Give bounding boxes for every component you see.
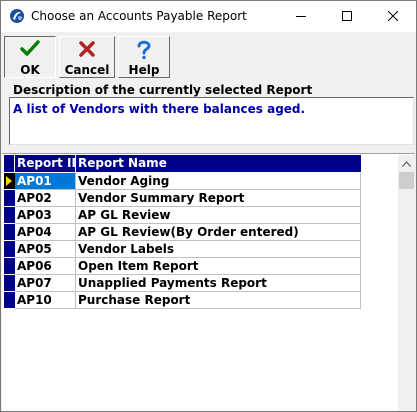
app-icon <box>9 8 25 24</box>
cell-report-name[interactable]: Vendor Labels <box>76 241 361 258</box>
table-row[interactable]: AP05 Vendor Labels <box>4 241 361 258</box>
cell-report-id[interactable]: AP10 <box>15 292 76 309</box>
scroll-up-button[interactable] <box>398 155 415 172</box>
column-header-report-name[interactable]: Report Name <box>76 155 361 172</box>
title-bar[interactable]: Choose an Accounts Payable Report <box>1 1 416 32</box>
minimize-button[interactable] <box>278 1 324 31</box>
row-indicator <box>4 173 15 190</box>
cell-report-id[interactable]: AP05 <box>15 241 76 258</box>
cell-report-name[interactable]: Purchase Report <box>76 292 361 309</box>
cancel-label: Cancel <box>64 63 110 77</box>
cell-report-id[interactable]: AP04 <box>15 224 76 241</box>
ok-button[interactable]: OK <box>4 36 56 78</box>
x-icon <box>79 41 95 57</box>
vertical-scrollbar[interactable] <box>398 155 415 411</box>
row-indicator <box>4 207 15 224</box>
cell-report-name[interactable]: Vendor Summary Report <box>76 190 361 207</box>
cell-report-name[interactable]: Unapplied Payments Report <box>76 275 361 292</box>
cell-report-id[interactable]: AP06 <box>15 258 76 275</box>
question-icon <box>137 40 151 60</box>
table-row[interactable]: AP01 Vendor Aging <box>4 173 361 190</box>
table-row[interactable]: AP02 Vendor Summary Report <box>4 190 361 207</box>
table-row[interactable]: AP10 Purchase Report <box>4 292 361 309</box>
toolbar: OK Cancel Help <box>2 34 415 78</box>
minimize-icon <box>296 16 306 17</box>
description-label: Description of the currently selected Re… <box>13 83 313 97</box>
maximize-icon <box>342 11 352 21</box>
row-indicator <box>4 241 15 258</box>
description-text: A list of Vendors with there balances ag… <box>13 102 306 116</box>
current-row-arrow-icon <box>6 176 12 186</box>
row-indicator <box>4 292 15 309</box>
cell-report-name[interactable]: Vendor Aging <box>76 173 361 190</box>
row-indicator <box>4 275 15 292</box>
row-indicator <box>4 258 15 275</box>
cell-report-id[interactable]: AP03 <box>15 207 76 224</box>
cell-report-id[interactable]: AP02 <box>15 190 76 207</box>
help-label: Help <box>128 63 160 77</box>
description-box: A list of Vendors with there balances ag… <box>9 97 414 145</box>
cell-report-name[interactable]: Open Item Report <box>76 258 361 275</box>
row-indicator <box>4 224 15 241</box>
scroll-thumb[interactable] <box>399 172 414 189</box>
report-chooser-window: Choose an Accounts Payable Report OK Can… <box>0 0 417 412</box>
table-row[interactable]: AP04 AP GL Review(By Order entered) <box>4 224 361 241</box>
table-row[interactable]: AP06 Open Item Report <box>4 258 361 275</box>
checkmark-icon <box>20 40 40 56</box>
help-button[interactable]: Help <box>118 36 170 78</box>
cell-report-id[interactable]: AP07 <box>15 275 76 292</box>
table-row[interactable]: AP07 Unapplied Payments Report <box>4 275 361 292</box>
row-indicator <box>4 190 15 207</box>
cell-report-name[interactable]: AP GL Review <box>76 207 361 224</box>
window-title: Choose an Accounts Payable Report <box>31 9 247 23</box>
grid-header: Report ID Report Name <box>4 155 361 172</box>
column-header-report-id[interactable]: Report ID <box>15 155 76 172</box>
close-icon <box>388 11 398 21</box>
cell-report-name[interactable]: AP GL Review(By Order entered) <box>76 224 361 241</box>
maximize-button[interactable] <box>324 1 370 31</box>
table-row[interactable]: AP03 AP GL Review <box>4 207 361 224</box>
cell-report-id[interactable]: AP01 <box>15 173 76 190</box>
header-indicator <box>4 155 15 172</box>
close-button[interactable] <box>370 1 416 31</box>
cancel-button[interactable]: Cancel <box>59 36 115 78</box>
chevron-up-icon <box>402 160 411 167</box>
report-grid[interactable]: Report ID Report Name AP01 Vendor Aging … <box>2 153 415 411</box>
ok-label: OK <box>20 63 40 77</box>
